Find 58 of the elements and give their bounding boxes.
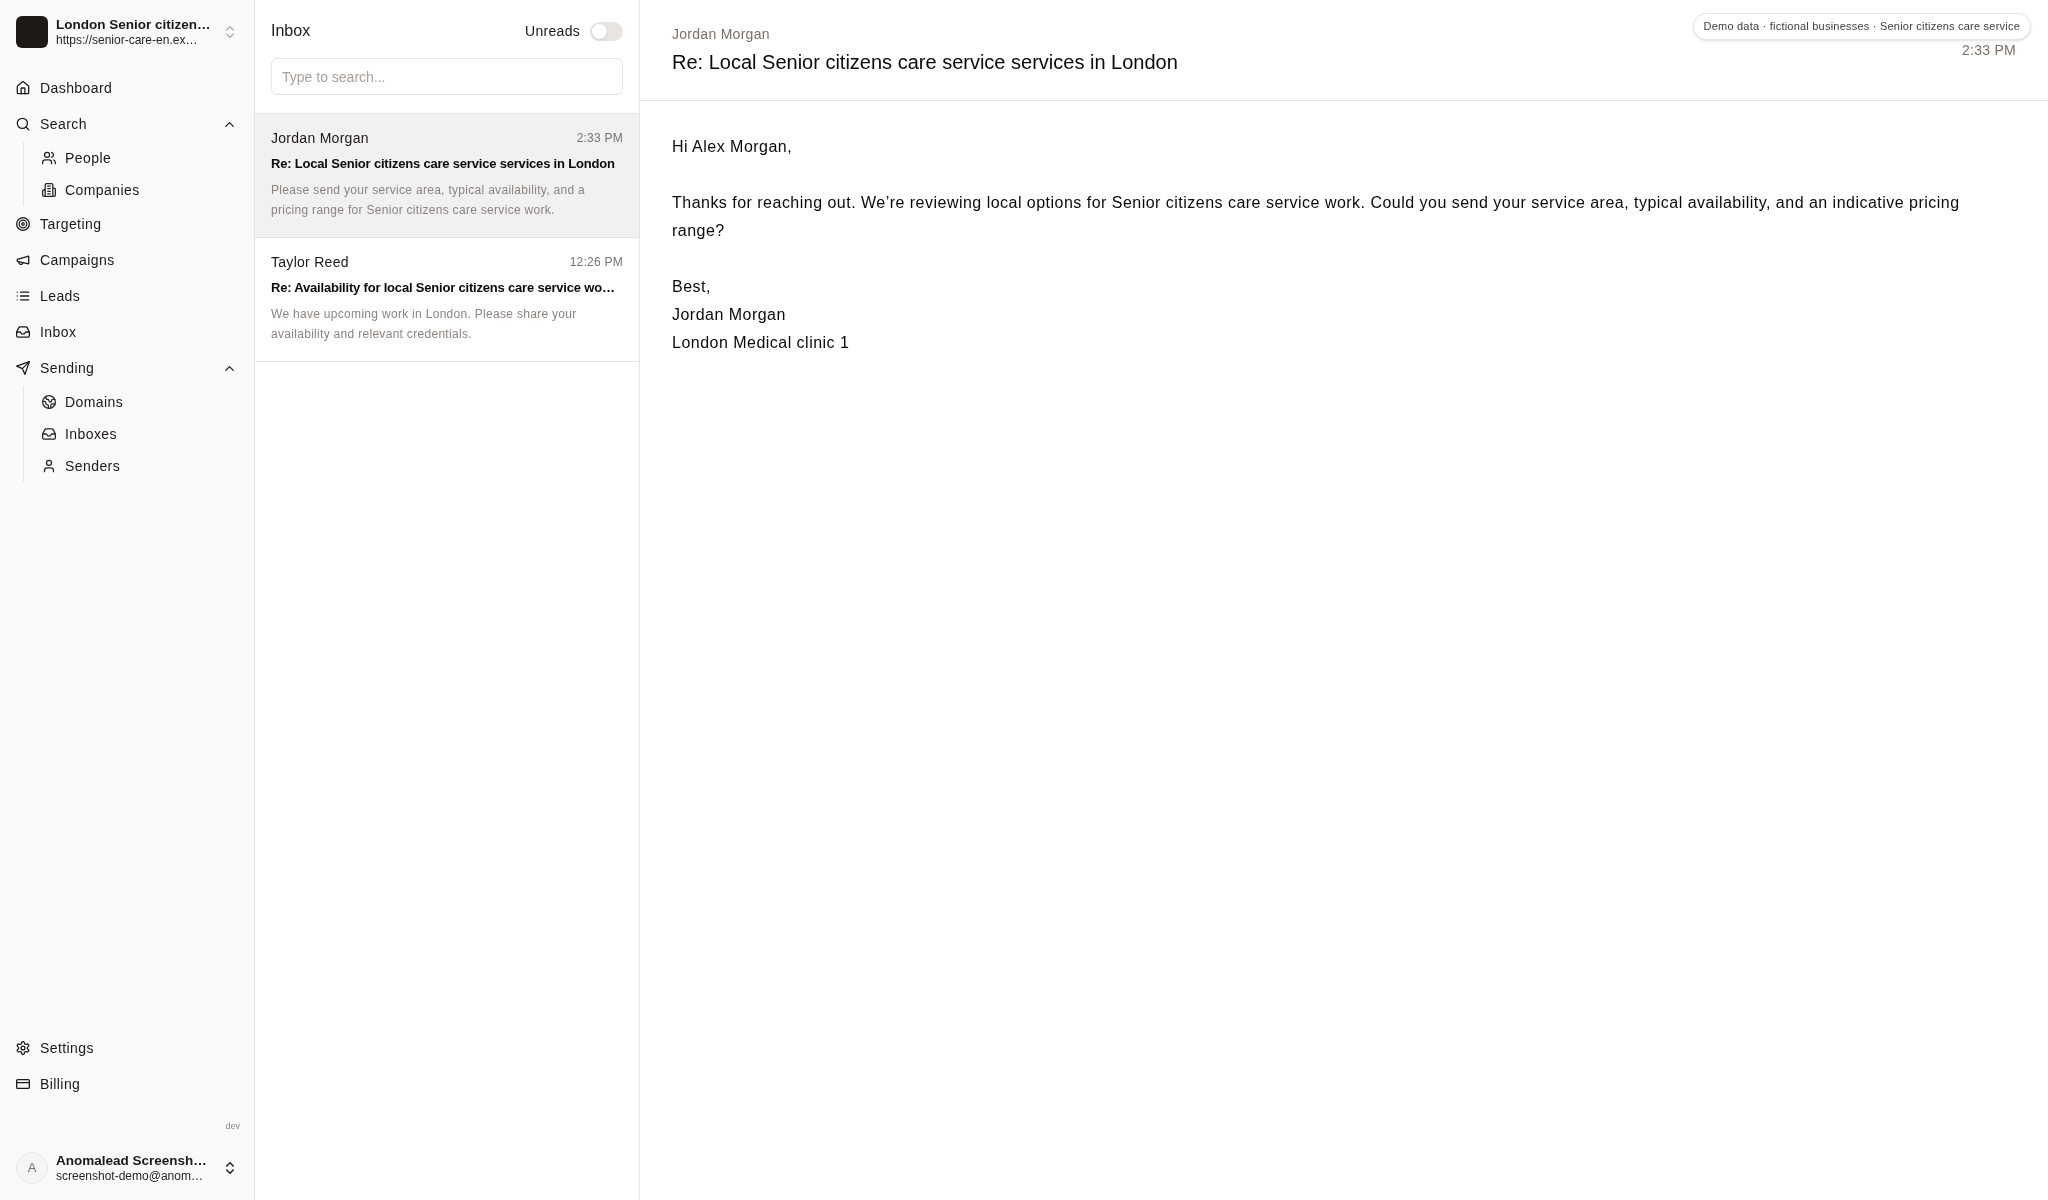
person-icon [42,459,56,473]
target-icon [16,217,30,231]
paper-plane-icon [16,361,30,375]
unreads-label: Unreads [525,21,580,41]
nav-item[interactable]: Search [0,106,254,142]
message-time: 2:33 PM [576,130,623,147]
credit-card-icon [16,1077,30,1091]
account-email: screenshot-demo@anom… [56,1169,204,1184]
demo-data-badge: Demo data · fictional businesses · Senior citizens care service [1692,13,2031,40]
nav-item[interactable]: Campaigns [0,242,254,278]
email-body-text: London Medical clinic 1 [672,333,851,353]
sender-name: Taylor Reed [271,252,349,272]
inbox-icon [42,427,56,441]
settings-icon [16,1041,30,1055]
people-icon [42,151,56,165]
environment-label: dev [225,1120,240,1132]
nav-item[interactable]: Leads [0,278,254,314]
globe-icon [42,395,56,409]
email-body-text: Thanks for reaching out. We’re reviewing local options for Senior citizens care service work. Could you send your service area, typical availability, and an indicative pricing range? [672,193,1961,241]
unreads-toggle[interactable] [590,21,623,41]
email-body-text: Hi Alex Morgan, [672,137,794,157]
nav-subitem[interactable]: Inboxes [24,418,254,450]
message-subject: Re: Local Senior citizens care service services in London [271,155,616,173]
nav-subitem[interactable]: Domains [24,386,254,418]
account-name: Anomalead Screensh… [56,1152,208,1169]
nav-subitem[interactable]: People [24,142,254,174]
chevrons-up-down-icon[interactable] [226,1162,234,1174]
home-icon [16,81,30,95]
message-preview: We have upcoming work in London. Please share your availability and relevant credentials. [271,306,578,343]
building-icon [42,183,56,197]
megaphone-icon [16,253,30,267]
search-field[interactable]: Type to search... [271,58,623,95]
message-time: 12:26 PM [569,254,623,271]
message-time: 2:33 PM [1961,41,2016,60]
message-subject-heading: Re: Local Senior citizens care service services in London [672,50,1178,75]
search-icon [16,117,30,131]
nav-item[interactable]: Billing [0,1066,254,1102]
sender-name: Jordan Morgan [271,128,369,148]
nav-subitem[interactable]: Companies [24,174,254,206]
nav-item[interactable]: Sending [0,350,254,386]
inbox-icon [16,325,30,339]
workspace-name: London Senior citizen… [56,16,212,33]
nav-subitem[interactable]: Senders [24,450,254,482]
nav-item[interactable]: Inbox [0,314,254,350]
nav-item[interactable]: Dashboard [0,70,254,106]
nav-item[interactable]: Settings [0,1030,254,1066]
panel-title: Inbox [271,21,311,41]
avatar: A [16,1152,48,1184]
email-body-text: Jordan Morgan [672,305,787,325]
message-list-item[interactable]: Jordan Morgan 2:33 PM Re: Local Senior citizens care service services in London Please send your service area, typical availability, and a pricing range for Senior citizens care service work. [255,114,639,238]
list-icon [16,289,30,303]
workspace-url: https://senior-care-en.ex… [56,33,199,48]
email-body-text: Best, [672,277,712,297]
message-preview: Please send your service area, typical availability, and a pricing range for Senior citizens care service work. [271,182,586,219]
message-subject: Re: Availability for local Senior citizens care service wo… [271,279,616,297]
nav-item[interactable]: Targeting [0,206,254,242]
logo-icon [16,16,48,48]
message-sender: Jordan Morgan [672,25,771,44]
